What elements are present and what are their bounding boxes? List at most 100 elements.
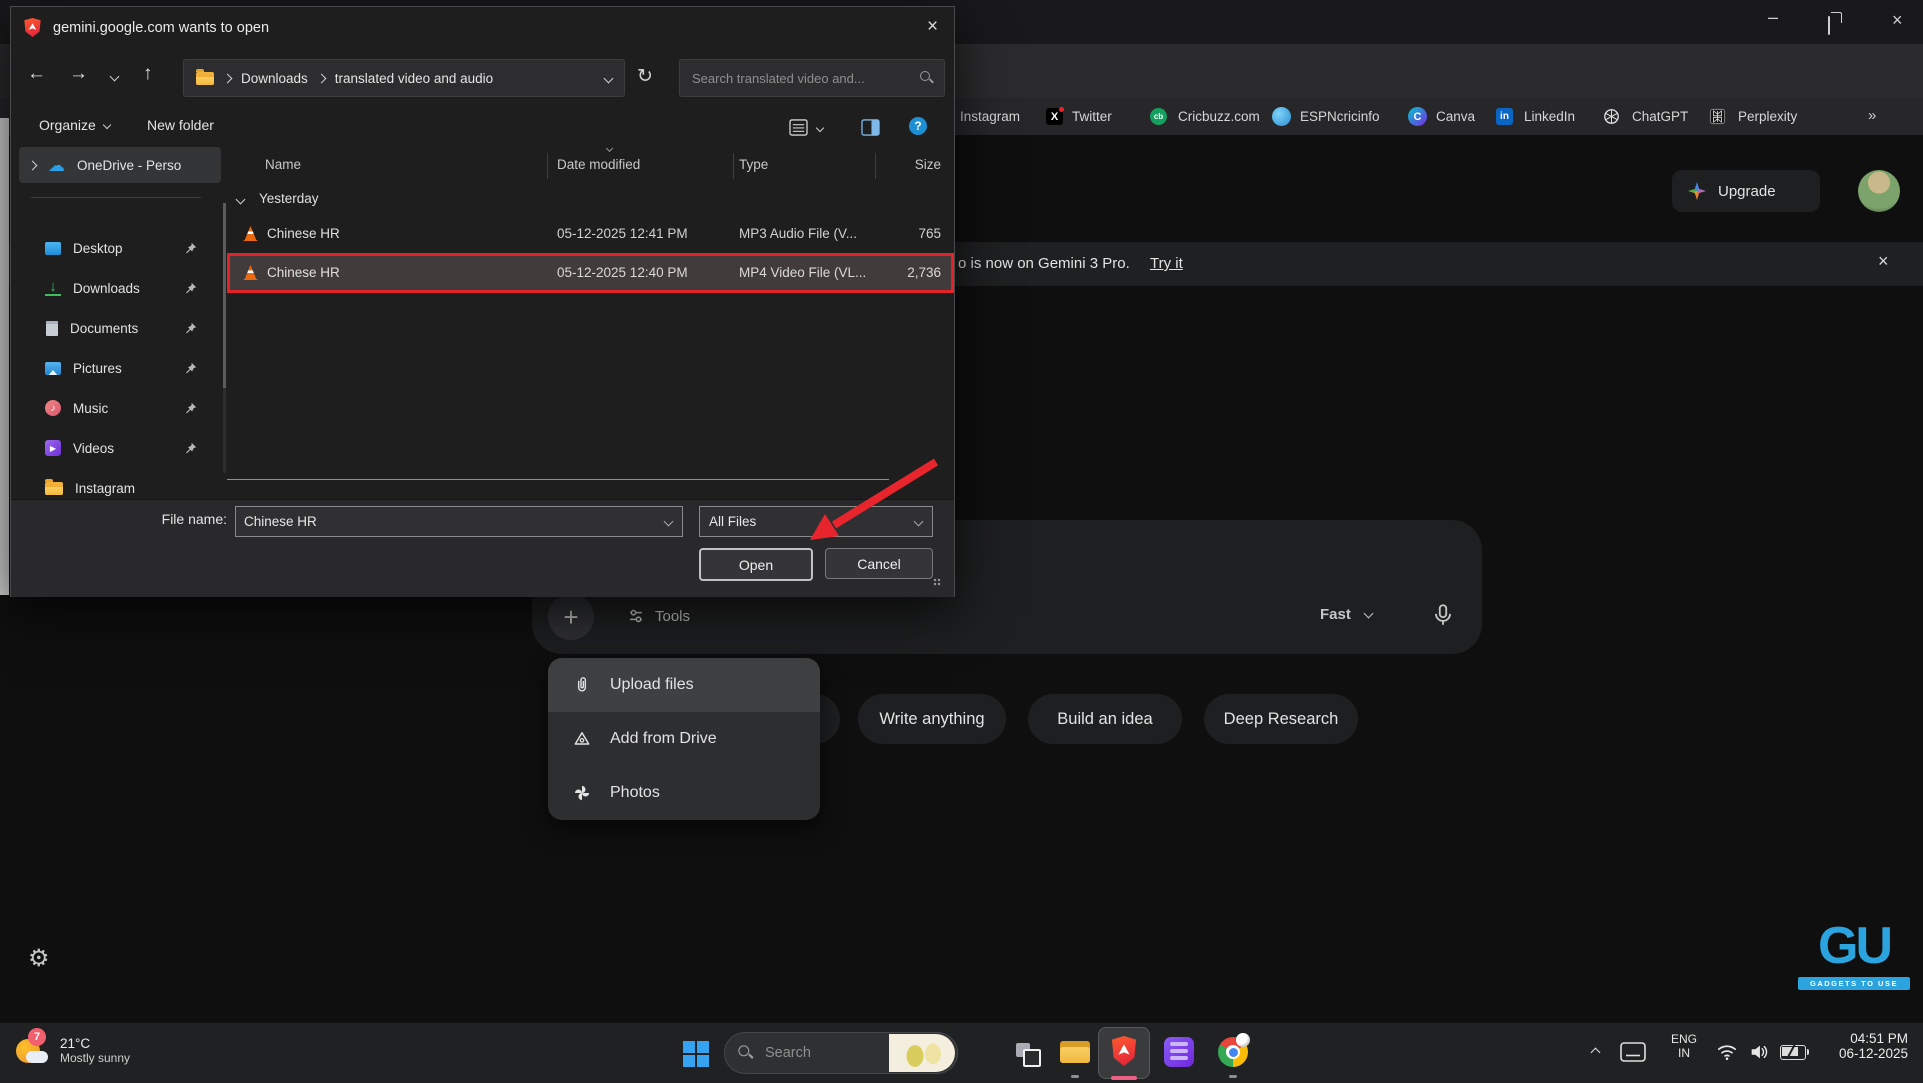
- resize-grip[interactable]: [933, 578, 941, 586]
- taskbar-search[interactable]: [724, 1032, 958, 1074]
- start-button[interactable]: [683, 1041, 709, 1067]
- espncricinfo-icon[interactable]: [1272, 107, 1291, 126]
- sidebar-item-desktop[interactable]: Desktop: [19, 233, 221, 263]
- bookmark-perplexity[interactable]: Perplexity: [1738, 109, 1797, 124]
- file-row-mp4-selected[interactable]: Chinese HR 05-12-2025 12:40 PM MP4 Video…: [227, 253, 954, 293]
- new-folder-button[interactable]: New folder: [147, 117, 214, 133]
- column-divider[interactable]: [733, 153, 734, 179]
- breadcrumb-downloads[interactable]: Downloads: [241, 71, 308, 86]
- file-row-mp3[interactable]: Chinese HR 05-12-2025 12:41 PM MP3 Audio…: [227, 219, 954, 249]
- vlc-icon: [243, 265, 258, 280]
- close-window-icon[interactable]: ×: [1892, 11, 1903, 29]
- menu-item-upload-files[interactable]: Upload files: [548, 658, 820, 712]
- file-name-input[interactable]: [236, 514, 652, 529]
- bookmark-canva[interactable]: Canva: [1436, 109, 1475, 124]
- file-name-combobox[interactable]: [235, 506, 683, 537]
- window-edge: [0, 118, 9, 595]
- recent-locations-icon[interactable]: [110, 72, 120, 82]
- bookmark-instagram[interactable]: Instagram: [960, 109, 1020, 124]
- view-dropdown-icon[interactable]: [816, 124, 824, 132]
- mic-icon[interactable]: [1430, 602, 1456, 628]
- brave-taskbar-button-active[interactable]: [1098, 1027, 1150, 1079]
- language-indicator[interactable]: ENG IN: [1664, 1032, 1704, 1060]
- scrollbar-track[interactable]: [223, 203, 226, 473]
- canva-icon[interactable]: C: [1408, 107, 1427, 126]
- linkedin-icon[interactable]: in: [1496, 108, 1513, 125]
- battery-icon[interactable]: [1780, 1045, 1806, 1060]
- avatar[interactable]: [1858, 170, 1900, 212]
- restore-icon[interactable]: [1828, 16, 1830, 35]
- organize-menu[interactable]: Organize: [39, 117, 110, 133]
- volume-icon[interactable]: [1748, 1041, 1770, 1063]
- active-indicator: [1111, 1076, 1137, 1080]
- group-collapse-icon[interactable]: [236, 195, 246, 205]
- file-date: 05-12-2025 12:41 PM: [557, 226, 688, 241]
- banner-try-it-link[interactable]: Try it: [1150, 255, 1183, 272]
- address-dropdown-icon[interactable]: [604, 73, 614, 83]
- file-explorer-button[interactable]: [1060, 1039, 1090, 1065]
- help-icon[interactable]: ?: [909, 117, 927, 135]
- search-icon: [738, 1045, 753, 1060]
- breadcrumb[interactable]: Downloads translated video and audio: [183, 59, 625, 97]
- column-divider[interactable]: [875, 153, 876, 179]
- bookmark-espncricinfo[interactable]: ESPNcricinfo: [1300, 109, 1380, 124]
- upgrade-button[interactable]: Upgrade: [1672, 170, 1820, 212]
- breadcrumb-current-folder[interactable]: translated video and audio: [335, 71, 493, 86]
- bookmarks-overflow-icon[interactable]: »: [1868, 107, 1876, 124]
- tray-expand-icon[interactable]: [1591, 1048, 1601, 1058]
- group-label[interactable]: Yesterday: [259, 191, 319, 206]
- column-date-modified[interactable]: Date modified: [557, 157, 640, 172]
- bookmark-cricbuzz[interactable]: Cricbuzz.com: [1178, 109, 1260, 124]
- settings-gear-icon[interactable]: ⚙: [28, 944, 50, 973]
- column-divider[interactable]: [547, 153, 548, 179]
- task-view-button[interactable]: [1016, 1043, 1042, 1067]
- dialog-search-input[interactable]: [690, 70, 909, 87]
- file-type: MP4 Video File (VL...: [739, 265, 866, 280]
- wifi-icon[interactable]: [1716, 1041, 1738, 1063]
- sidebar-item-pictures[interactable]: Pictures: [19, 353, 221, 383]
- cricbuzz-icon[interactable]: cb: [1150, 108, 1167, 125]
- preview-pane-icon[interactable]: [861, 119, 880, 136]
- tray-time: 04:51 PM: [1832, 1031, 1908, 1046]
- weather-widget[interactable]: 7 21°C Mostly sunny: [12, 1031, 130, 1069]
- sidebar-item-onedrive[interactable]: ☁ OneDrive - Perso: [19, 147, 221, 183]
- banner-close-icon[interactable]: ×: [1878, 251, 1889, 272]
- clock[interactable]: 04:51 PM 06-12-2025: [1832, 1031, 1908, 1061]
- chrome-button[interactable]: [1218, 1037, 1248, 1067]
- dialog-search-box[interactable]: [679, 59, 945, 97]
- dialog-close-icon[interactable]: ×: [927, 16, 938, 38]
- taskbar-search-input[interactable]: [763, 1044, 867, 1062]
- minimize-icon[interactable]: –: [1768, 8, 1778, 26]
- suggestion-chip[interactable]: Write anything: [858, 694, 1006, 744]
- model-speed-dropdown[interactable]: Fast: [1320, 606, 1372, 623]
- chatgpt-icon[interactable]: [1602, 107, 1621, 126]
- bookmark-twitter[interactable]: Twitter: [1072, 109, 1112, 124]
- sidebar-item-documents[interactable]: Documents: [19, 313, 221, 343]
- column-size[interactable]: Size: [879, 157, 941, 172]
- column-name[interactable]: Name: [265, 157, 301, 172]
- forward-icon[interactable]: →: [69, 63, 88, 85]
- scrollbar-thumb[interactable]: [223, 203, 226, 388]
- up-icon[interactable]: ↑: [143, 63, 153, 85]
- menu-item-photos[interactable]: Photos: [548, 766, 820, 820]
- view-mode-icon[interactable]: [789, 119, 808, 136]
- bookmark-linkedin[interactable]: LinkedIn: [1524, 109, 1575, 124]
- purple-app-button[interactable]: [1164, 1037, 1194, 1067]
- touch-keyboard-icon[interactable]: [1620, 1041, 1646, 1063]
- search-highlight-image[interactable]: [889, 1034, 955, 1072]
- menu-label: Photos: [610, 784, 660, 802]
- back-icon[interactable]: ←: [27, 63, 46, 85]
- column-type[interactable]: Type: [739, 157, 768, 172]
- perplexity-icon[interactable]: [1708, 107, 1727, 126]
- suggestion-chip[interactable]: Deep Research: [1204, 694, 1358, 744]
- sidebar-item-videos[interactable]: ▶ Videos: [19, 433, 221, 463]
- add-files-button[interactable]: +: [548, 594, 594, 640]
- menu-item-add-from-drive[interactable]: Add from Drive: [548, 712, 820, 766]
- tools-button[interactable]: Tools: [626, 606, 690, 626]
- suggestion-chip[interactable]: Build an idea: [1028, 694, 1182, 744]
- sidebar-item-music[interactable]: ♪ Music: [19, 393, 221, 423]
- file-type-value: All Files: [700, 514, 756, 529]
- sidebar-item-downloads[interactable]: ↓ Downloads: [19, 273, 221, 303]
- refresh-icon[interactable]: ↻: [637, 65, 653, 88]
- bookmark-chatgpt[interactable]: ChatGPT: [1632, 109, 1688, 124]
